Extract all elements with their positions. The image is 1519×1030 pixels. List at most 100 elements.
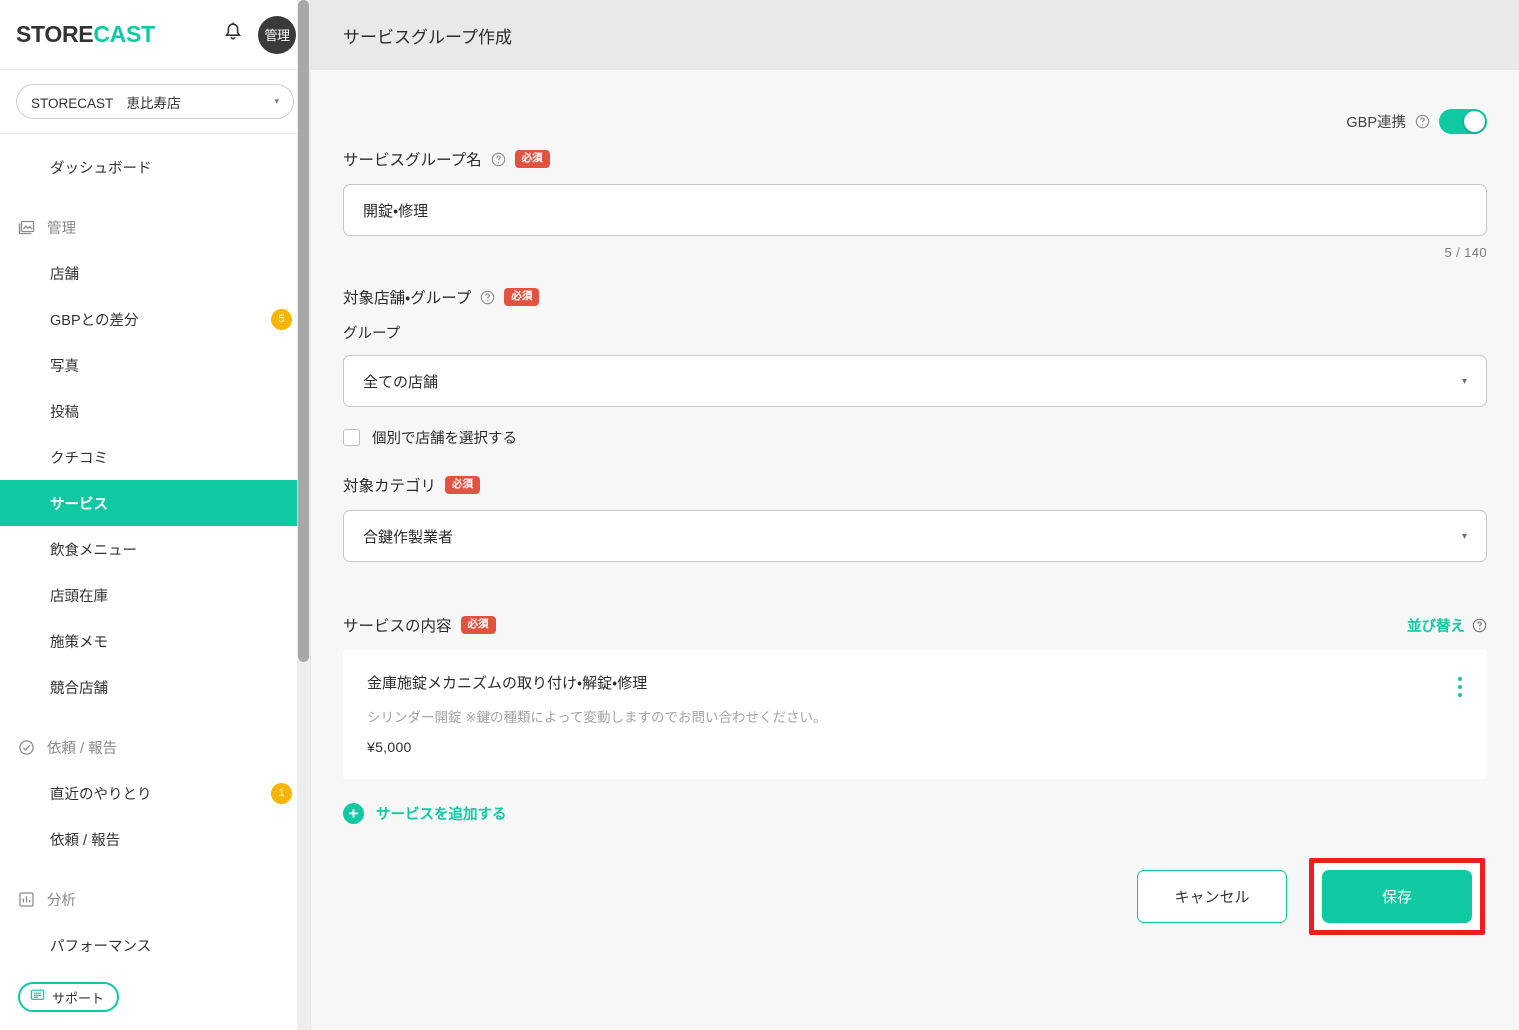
sidebar-item-requests-reports[interactable]: 依頼 / 報告 xyxy=(0,816,310,862)
save-button-label: 保存 xyxy=(1382,886,1412,907)
sidebar-group-analytics[interactable]: 分析 xyxy=(0,876,310,922)
sidebar-item-label: 写真 xyxy=(50,355,79,376)
service-item-price: ¥5,000 xyxy=(367,739,1463,755)
sidebar-item-reviews[interactable]: クチコミ xyxy=(0,434,310,480)
sidebar-item-label: 競合店舗 xyxy=(50,677,108,698)
store-selector-wrap: STORECAST 恵比寿店 ▾ xyxy=(0,70,310,134)
toggle-knob xyxy=(1464,111,1485,132)
store-selector-value: STORECAST 恵比寿店 xyxy=(31,92,181,112)
sidebar-scrollbar-track[interactable] xyxy=(297,0,310,1030)
sidebar-group-kanri[interactable]: 管理 xyxy=(0,204,310,250)
sidebar-scrollbar-thumb[interactable] xyxy=(298,0,309,662)
sort-link[interactable]: 並び替え xyxy=(1407,615,1487,636)
sidebar-item-posts[interactable]: 投稿 xyxy=(0,388,310,434)
bell-icon xyxy=(222,21,244,49)
sidebar-item-store-inventory[interactable]: 店頭在庫 xyxy=(0,572,310,618)
target-category-select[interactable]: 合鍵作製業者 ▾ xyxy=(343,510,1487,562)
image-stack-icon xyxy=(18,219,35,236)
nav-spacer xyxy=(0,862,310,876)
help-circle-icon[interactable] xyxy=(480,290,495,305)
service-content-label: サービスの内容 xyxy=(343,614,452,636)
required-badge: 必須 xyxy=(445,476,480,494)
sort-link-label: 並び替え xyxy=(1407,615,1465,636)
group-name-label-row: サービスグループ名 必須 xyxy=(343,148,1487,170)
service-item-description: シリンダー開錠 ※鍵の種類によって変動しますのでお問い合わせください。 xyxy=(367,706,1463,726)
sidebar-item-recent-threads[interactable]: 直近のやりとり 1 xyxy=(0,770,310,816)
sidebar-item-competitors[interactable]: 競合店舗 xyxy=(0,664,310,710)
sidebar-item-label: サービス xyxy=(50,493,108,514)
sidebar-nav: ダッシュボード 管理 店舗 GBPとの差分 5 xyxy=(0,134,310,968)
nav-spacer xyxy=(0,190,310,204)
sidebar-badge-count: 5 xyxy=(271,309,292,330)
sidebar-group-requests[interactable]: 依頼 / 報告 xyxy=(0,724,310,770)
help-circle-icon[interactable] xyxy=(1472,618,1487,633)
sidebar-item-photos[interactable]: 写真 xyxy=(0,342,310,388)
kebab-dot xyxy=(1458,685,1462,689)
sidebar-item-tenpo[interactable]: 店舗 xyxy=(0,250,310,296)
sidebar-item-label: 分析 xyxy=(47,889,76,910)
target-store-label: 対象店舗・グループ xyxy=(343,286,471,308)
sidebar-item-label: ダッシュボード xyxy=(50,157,152,178)
sidebar-header: STORECAST 管理 xyxy=(0,0,310,70)
group-sub-label: グループ xyxy=(343,322,1487,343)
sidebar-item-label: GBPとの差分 xyxy=(50,309,138,330)
app-root: STORECAST 管理 STORECAST 恵比寿店 ▾ xyxy=(0,0,1519,1030)
page-title: サービスグループ作成 xyxy=(343,23,512,48)
add-service-button[interactable]: + サービスを追加する xyxy=(343,803,1487,824)
cancel-button[interactable]: キャンセル xyxy=(1137,870,1287,923)
kebab-dot xyxy=(1458,677,1462,681)
bar-chart-icon xyxy=(18,891,35,908)
group-name-label: サービスグループ名 xyxy=(343,148,482,170)
target-category-label: 対象カテゴリ xyxy=(343,474,436,496)
help-circle-icon[interactable] xyxy=(1415,114,1430,129)
help-circle-icon[interactable] xyxy=(491,152,506,167)
kebab-dot xyxy=(1458,693,1462,697)
sidebar-item-label: パフォーマンス xyxy=(50,935,151,956)
individual-store-checkbox[interactable] xyxy=(343,429,360,446)
main-content: サービスグループ作成 GBP連携 サービスグループ名 xyxy=(311,0,1519,1030)
form-content: GBP連携 サービスグループ名 xyxy=(311,70,1519,935)
logo-text-store: STORE xyxy=(16,21,93,47)
logo-text-cast: CAST xyxy=(93,21,154,47)
gbp-link-row: GBP連携 xyxy=(343,108,1487,134)
sidebar-item-gbp-diff[interactable]: GBPとの差分 5 xyxy=(0,296,310,342)
sidebar-item-label: 店舗 xyxy=(50,263,79,284)
plus-circle-icon: + xyxy=(343,803,364,824)
kebab-menu-icon[interactable] xyxy=(1455,674,1465,700)
sidebar: STORECAST 管理 STORECAST 恵比寿店 ▾ xyxy=(0,0,311,1030)
check-circle-icon xyxy=(18,739,35,756)
service-item-card: 金庫施錠メカニズムの取り付け・解錠・修理 シリンダー開錠 ※鍵の種類によって変動… xyxy=(343,650,1487,779)
support-button-label: サポート xyxy=(52,988,104,1007)
required-badge: 必須 xyxy=(515,150,550,168)
sidebar-item-dashboard[interactable]: ダッシュボード xyxy=(0,144,310,190)
sidebar-item-food-menu[interactable]: 飲食メニュー xyxy=(0,526,310,572)
store-selector[interactable]: STORECAST 恵比寿店 ▾ xyxy=(16,84,294,119)
sidebar-item-label: 依頼 / 報告 xyxy=(50,829,120,850)
sidebar-item-label: 店頭在庫 xyxy=(50,585,108,606)
individual-store-checkbox-label: 個別で店舗を選択する xyxy=(372,427,517,448)
add-service-label: サービスを追加する xyxy=(376,803,507,824)
notification-bell-button[interactable] xyxy=(216,18,250,52)
target-category-label-row: 対象カテゴリ 必須 xyxy=(343,474,1487,496)
service-content-header: サービスの内容 必須 並び替え xyxy=(343,614,1487,636)
support-button[interactable]: サポート xyxy=(18,982,119,1012)
gbp-link-label: GBP連携 xyxy=(1346,111,1406,132)
avatar-label: 管理 xyxy=(264,25,289,44)
gbp-link-toggle[interactable] xyxy=(1439,109,1487,134)
individual-store-checkbox-row[interactable]: 個別で店舗を選択する xyxy=(343,427,1487,448)
save-button[interactable]: 保存 xyxy=(1322,870,1472,923)
sidebar-item-services[interactable]: サービス xyxy=(0,480,310,526)
group-name-counter: 5 / 140 xyxy=(343,245,1487,260)
sidebar-item-label: 施策メモ xyxy=(50,631,108,652)
sidebar-item-policy-memo[interactable]: 施策メモ xyxy=(0,618,310,664)
group-select-value: 全ての店舗 xyxy=(363,371,438,392)
chevron-down-icon: ▾ xyxy=(274,96,279,107)
chevron-down-icon: ▾ xyxy=(1462,376,1467,387)
form-actions: キャンセル 保存 xyxy=(343,858,1487,935)
app-logo[interactable]: STORECAST xyxy=(16,21,216,48)
user-avatar[interactable]: 管理 xyxy=(258,16,296,54)
group-name-input[interactable]: 開錠・修理 xyxy=(343,184,1487,236)
group-select[interactable]: 全ての店舗 ▾ xyxy=(343,355,1487,407)
sidebar-item-performance[interactable]: パフォーマンス xyxy=(0,922,310,968)
service-item-title: 金庫施錠メカニズムの取り付け・解錠・修理 xyxy=(367,672,1463,693)
